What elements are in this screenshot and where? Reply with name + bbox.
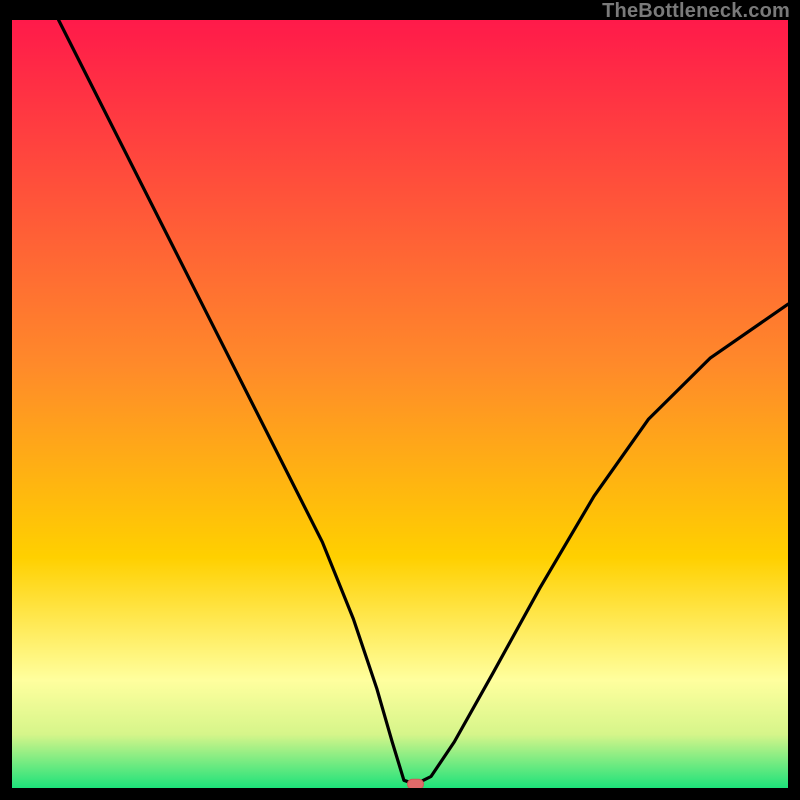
gradient-background <box>12 20 788 788</box>
watermark-text: TheBottleneck.com <box>602 0 790 23</box>
chart-frame <box>12 20 788 788</box>
optimal-marker <box>408 779 424 788</box>
bottleneck-plot <box>12 20 788 788</box>
